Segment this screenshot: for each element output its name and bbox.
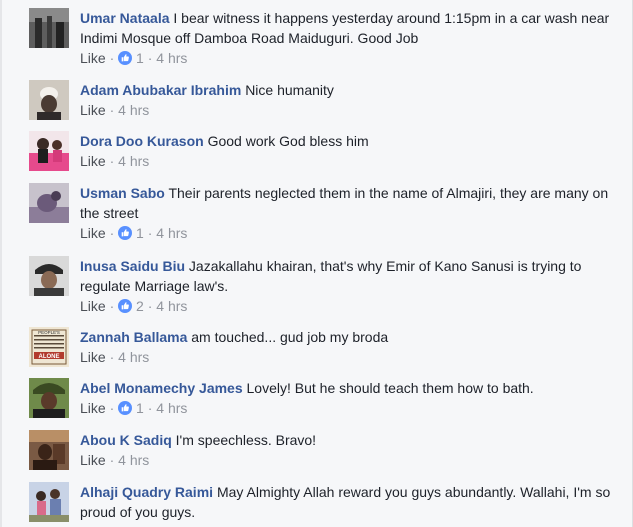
separator: ·: [143, 400, 157, 416]
avatar-caption-top: PEOPLE'S: [38, 330, 60, 335]
comment-text-block: Dora Doo Kurason Good work God bless him: [80, 131, 615, 151]
separator: ·: [105, 298, 119, 314]
avatar[interactable]: [29, 482, 69, 522]
comment-timestamp[interactable]: 4 hrs: [118, 102, 149, 118]
like-button[interactable]: Like: [80, 225, 106, 241]
comment-author-link[interactable]: Adam Abubakar Ibrahim: [80, 82, 241, 98]
like-button[interactable]: Like: [80, 50, 106, 66]
avatar[interactable]: [29, 80, 69, 120]
separator: ·: [143, 50, 157, 66]
separator: ·: [105, 349, 119, 365]
comment-text: am touched... gud job my broda: [191, 329, 389, 345]
avatar[interactable]: [29, 256, 69, 296]
like-button[interactable]: Like: [80, 153, 106, 169]
avatar[interactable]: [29, 131, 69, 171]
separator: ·: [105, 225, 119, 241]
comment-text: Nice humanity: [245, 82, 334, 98]
avatar-caption-bottom: ALONE: [39, 354, 60, 360]
thumbs-up-icon[interactable]: [118, 299, 133, 313]
comment-timestamp[interactable]: 4 hrs: [156, 50, 187, 66]
comment-text-block: Inusa Saidu Biu Jazakallahu khairan, tha…: [80, 256, 615, 296]
comment-actions: Like · 2 · 4 hrs: [80, 297, 615, 315]
comment-timestamp[interactable]: 4 hrs: [118, 349, 149, 365]
like-button[interactable]: Like: [80, 102, 106, 118]
reaction-count[interactable]: 2: [136, 298, 144, 314]
comment-author-link[interactable]: Umar Nataala: [80, 10, 170, 26]
separator: ·: [143, 225, 157, 241]
comment-feed: Umar Nataala I bear witness it happens y…: [0, 0, 633, 527]
comment-actions: Like · 4 hrs: [80, 152, 615, 170]
feed-left-edge: [0, 0, 2, 527]
comment-text-block: Zannah Ballama am touched... gud job my …: [80, 327, 615, 347]
comment-author-link[interactable]: Dora Doo Kurason: [80, 133, 204, 149]
comment-text: Good work God bless him: [207, 133, 369, 149]
reaction-count[interactable]: 1: [136, 400, 144, 416]
thumbs-up-icon[interactable]: [118, 51, 133, 65]
avatar[interactable]: PEOPLE'S ALONE: [29, 327, 69, 367]
separator: ·: [143, 298, 157, 314]
comment-timestamp[interactable]: 4 hrs: [156, 298, 187, 314]
comment-text-block: Usman Sabo Their parents neglected them …: [80, 183, 615, 223]
comment-author-link[interactable]: Inusa Saidu Biu: [80, 258, 185, 274]
like-button[interactable]: Like: [80, 298, 106, 314]
comment-actions: Like · 1 · 4 hrs: [80, 49, 615, 67]
like-button[interactable]: Like: [80, 400, 106, 416]
separator: ·: [105, 153, 119, 169]
comment-actions: Like · 4 hrs: [80, 348, 615, 366]
comment-actions: Like · 4 hrs: [80, 451, 615, 469]
thumbs-up-icon[interactable]: [118, 401, 133, 415]
comment-text: Lovely! But he should teach them how to …: [246, 380, 534, 396]
reaction-count[interactable]: 1: [136, 225, 144, 241]
comment-actions: Like · 1 · 4 hrs: [80, 399, 615, 417]
separator: ·: [105, 452, 119, 468]
comment-author-link[interactable]: Alhaji Quadry Raimi: [80, 484, 213, 500]
comment-timestamp[interactable]: 4 hrs: [156, 400, 187, 416]
avatar[interactable]: [29, 378, 69, 418]
avatar[interactable]: [29, 183, 69, 223]
comment-timestamp[interactable]: 4 hrs: [156, 225, 187, 241]
separator: ·: [105, 400, 119, 416]
comment-author-link[interactable]: Zannah Ballama: [80, 329, 187, 345]
comment-text-block: Abou K Sadiq I'm speechless. Bravo!: [80, 430, 615, 450]
comment-actions: Like · 1 · 4 hrs: [80, 224, 615, 242]
comment-author-link[interactable]: Abou K Sadiq: [80, 432, 172, 448]
reaction-count[interactable]: 1: [136, 50, 144, 66]
like-button[interactable]: Like: [80, 452, 106, 468]
comment-text: I'm speechless. Bravo!: [175, 432, 317, 448]
avatar[interactable]: [29, 430, 69, 470]
comment-timestamp[interactable]: 4 hrs: [118, 452, 149, 468]
comment-author-link[interactable]: Usman Sabo: [80, 185, 165, 201]
like-button[interactable]: Like: [80, 349, 106, 365]
comment-text-block: Umar Nataala I bear witness it happens y…: [80, 8, 615, 48]
comment-text-block: Alhaji Quadry Raimi May Almighty Allah r…: [80, 482, 615, 522]
separator: ·: [105, 50, 119, 66]
comment-actions: Like · 4 hrs: [80, 101, 615, 119]
comment-timestamp[interactable]: 4 hrs: [118, 153, 149, 169]
comment-author-link[interactable]: Abel Monamechy James: [80, 380, 243, 396]
separator: ·: [105, 102, 119, 118]
comment-text-block: Abel Monamechy James Lovely! But he shou…: [80, 378, 615, 398]
thumbs-up-icon[interactable]: [118, 226, 133, 240]
comment-text-block: Adam Abubakar Ibrahim Nice humanity: [80, 80, 615, 100]
avatar[interactable]: [29, 8, 69, 48]
